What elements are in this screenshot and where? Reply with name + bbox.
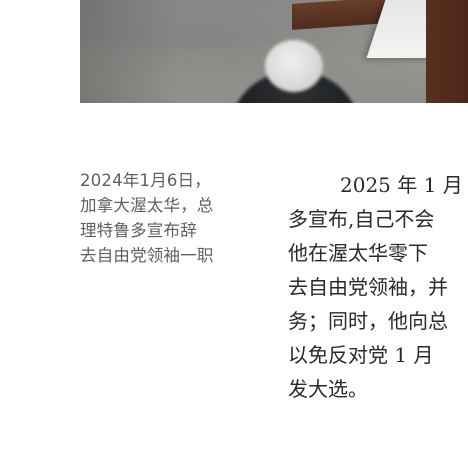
article-page: 2024年1月6日， 加拿大渥太华，总 理特鲁多宣布辞 去自由党领袖一职 202… [0,0,468,468]
article-line: 发大选。 [288,377,368,401]
article-line: 他在渥太华零下 [288,241,428,265]
article-line: 务；同时，他向总 [288,309,448,333]
caption-line: 理特鲁多宣布辞 [80,221,197,240]
article-line: 去自由党领袖，并 [288,275,448,299]
article-line: 以免反对党 1 月 [288,343,434,367]
article-line: 多宣布,自己不会 [288,207,435,231]
photo-caption: 2024年1月6日， 加拿大渥太华，总 理特鲁多宣布辞 去自由党领袖一职 [80,168,240,268]
photo-desk-wood [426,0,468,103]
caption-line: 加拿大渥太华，总 [80,196,214,215]
article-body: 2025 年 1 月 多宣布,自己不会 他在渥太华零下 去自由党领袖，并 务；同… [288,168,468,406]
news-photo [80,0,468,103]
caption-line: 2024年1月6日， [80,171,211,190]
photo-shadow [80,0,180,103]
article-line: 2025 年 1 月 [340,173,463,197]
photo-person-head [265,40,323,92]
caption-line: 去自由党领袖一职 [80,246,214,265]
